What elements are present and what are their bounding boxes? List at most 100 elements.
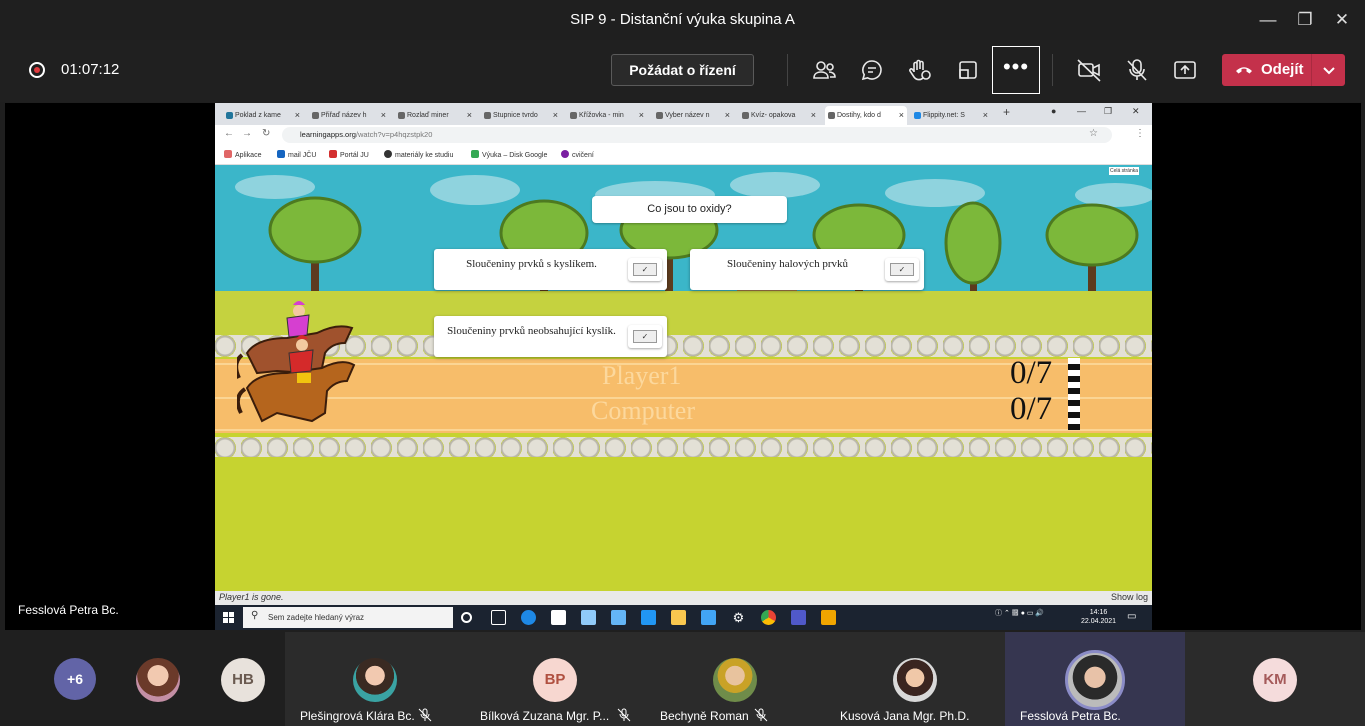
- close-tab-icon[interactable]: ×: [899, 106, 904, 125]
- notifications-icon[interactable]: ▭: [1127, 611, 1136, 622]
- browser-close-icon[interactable]: ✕: [1132, 106, 1140, 117]
- maximize-icon[interactable]: ❐: [1293, 8, 1317, 32]
- participant-tile[interactable]: BP Bílková Zuzana Mgr. P...: [465, 632, 645, 726]
- share-screen-icon[interactable]: [1171, 56, 1199, 84]
- browser-tab[interactable]: Kvíz- opakova ×: [739, 106, 819, 125]
- participant-avatar[interactable]: HB: [221, 658, 265, 702]
- participant-tile[interactable]: Kusová Jana Mgr. Ph.D.: [825, 632, 1005, 726]
- close-tab-icon[interactable]: ×: [639, 106, 644, 125]
- leave-divider: [1311, 54, 1312, 86]
- bookmarks-bar: Aplikace mail JČU Portál JU materiály ke…: [215, 145, 1152, 165]
- answer-check-button[interactable]: ✓: [628, 325, 662, 348]
- learningapps-icon: [484, 112, 491, 119]
- bookmark-star-icon[interactable]: ☆: [1089, 128, 1098, 139]
- amazon-icon[interactable]: [551, 610, 566, 625]
- learningapps-icon: [742, 112, 749, 119]
- app-icon[interactable]: [821, 610, 836, 625]
- browser-tab[interactable]: Přiřaď název h ×: [309, 106, 389, 125]
- close-tab-icon[interactable]: ×: [725, 106, 730, 125]
- answer-check-button[interactable]: ✓: [885, 258, 919, 281]
- learningapps-icon: [398, 112, 405, 119]
- rooms-icon[interactable]: [954, 56, 982, 84]
- bookmark-item[interactable]: cvičení: [561, 150, 594, 159]
- back-icon[interactable]: ←: [224, 128, 234, 139]
- participant-tile[interactable]: KM: [1185, 632, 1365, 726]
- participant-name: Kusová Jana Mgr. Ph.D.: [840, 709, 970, 723]
- file-explorer-icon[interactable]: [671, 610, 686, 625]
- minimize-icon[interactable]: —: [1256, 8, 1280, 32]
- answer-card[interactable]: Sloučeniny halových prvků ✓: [690, 249, 924, 290]
- participant-avatar: BP: [533, 658, 577, 702]
- chevron-down-icon[interactable]: [1319, 60, 1339, 80]
- task-view-icon[interactable]: [491, 610, 506, 625]
- participant-tile-active-speaker[interactable]: Fesslová Petra Bc.: [1005, 632, 1185, 726]
- forward-icon[interactable]: →: [242, 128, 252, 139]
- system-tray-icons[interactable]: ⓘ ⌃ ▩ ● ▭ 🔊: [995, 608, 1044, 618]
- edge-icon[interactable]: [521, 610, 536, 625]
- leave-button[interactable]: Odejít: [1222, 54, 1345, 86]
- status-message: Player1 is gone.: [219, 592, 284, 602]
- chrome-icon[interactable]: [761, 610, 776, 625]
- answer-card[interactable]: Sloučeniny prvků neobsahující kyslík. ✓: [434, 316, 667, 357]
- windows-start-icon[interactable]: [223, 612, 234, 623]
- participant-tile[interactable]: Bechyně Roman: [645, 632, 825, 726]
- more-participants-button[interactable]: +6: [54, 658, 96, 700]
- bookmark-icon: [561, 150, 569, 158]
- answer-check-button[interactable]: ✓: [628, 258, 662, 281]
- answer-text: Sloučeniny halových prvků: [727, 258, 848, 270]
- store-icon[interactable]: [611, 610, 626, 625]
- close-tab-icon[interactable]: ×: [811, 106, 816, 125]
- close-tab-icon[interactable]: ×: [983, 106, 988, 125]
- settings-gear-icon[interactable]: ⚙: [731, 610, 746, 625]
- close-tab-icon[interactable]: ×: [467, 106, 472, 125]
- mic-off-icon[interactable]: [1123, 56, 1151, 84]
- bookmark-item[interactable]: Výuka – Disk Google: [471, 150, 547, 159]
- participants-icon[interactable]: [810, 56, 838, 84]
- browser-tab[interactable]: Křížovka - min ×: [567, 106, 647, 125]
- chat-icon[interactable]: [858, 56, 886, 84]
- request-control-button[interactable]: Požádat o řízení: [611, 54, 754, 86]
- new-tab-icon[interactable]: +: [1003, 105, 1010, 119]
- browser-tab[interactable]: Stupnice tvrdo ×: [481, 106, 561, 125]
- camera-off-icon[interactable]: [1075, 56, 1103, 84]
- shared-browser-window: Poklad z kame × Přiřaď název h × Rozlaď mi…: [215, 103, 1152, 630]
- mic-muted-icon: [418, 708, 432, 722]
- bookmark-item[interactable]: mail JČU: [277, 150, 316, 159]
- bookmark-item[interactable]: materiály ke studiu: [384, 150, 453, 159]
- browser-tab-active[interactable]: Dostihy, kdo d ×: [825, 106, 907, 125]
- cortana-icon[interactable]: [461, 612, 472, 623]
- dropbox-icon[interactable]: [581, 610, 596, 625]
- more-actions-button[interactable]: •••: [992, 46, 1040, 94]
- participant-name: Bílková Zuzana Mgr. P...: [480, 709, 610, 723]
- taskbar-search-input[interactable]: Sem zadejte hledaný výraz: [243, 607, 453, 628]
- participant-avatar[interactable]: [136, 658, 180, 702]
- browser-tab[interactable]: Rozlaď miner ×: [395, 106, 475, 125]
- show-log-link[interactable]: Show log: [1111, 592, 1148, 602]
- reactions-icon[interactable]: [906, 56, 934, 84]
- bookmark-item[interactable]: Portál JU: [329, 150, 369, 159]
- url-host: learningapps.org: [300, 130, 356, 139]
- participant-tile[interactable]: Plešingrová Klára Bc.: [285, 632, 465, 726]
- browser-tab[interactable]: Flippity.net: S ×: [911, 106, 991, 125]
- teams-icon[interactable]: [791, 610, 806, 625]
- browser-minimize-icon[interactable]: —: [1077, 106, 1086, 116]
- browser-tab[interactable]: Poklad z kame ×: [223, 106, 303, 125]
- reload-icon[interactable]: ↻: [262, 128, 270, 139]
- url-field[interactable]: learningapps.org/watch?v=p4hqzstpk20: [282, 127, 1112, 143]
- fullscreen-button[interactable]: Celá stránka: [1109, 167, 1139, 175]
- taskbar-clock[interactable]: 14:16 22.04.2021: [1081, 608, 1116, 626]
- participant-avatar: KM: [1253, 658, 1297, 702]
- browser-menu-icon[interactable]: ⋮: [1135, 128, 1145, 139]
- browser-profile-icon[interactable]: ●: [1051, 106, 1056, 116]
- mail-app-icon[interactable]: [641, 610, 656, 625]
- browser-maximize-icon[interactable]: ❐: [1104, 106, 1112, 117]
- close-tab-icon[interactable]: ×: [295, 106, 300, 125]
- browser-tab[interactable]: Vyber název n ×: [653, 106, 733, 125]
- bookmark-item[interactable]: Aplikace: [224, 150, 261, 159]
- close-tab-icon[interactable]: ×: [553, 106, 558, 125]
- app-icon[interactable]: [701, 610, 716, 625]
- close-tab-icon[interactable]: ×: [381, 106, 386, 125]
- answer-card[interactable]: Sloučeniny prvků s kyslíkem. ✓: [434, 249, 667, 290]
- taskbar-date: 22.04.2021: [1081, 618, 1117, 625]
- close-icon[interactable]: ✕: [1330, 8, 1354, 32]
